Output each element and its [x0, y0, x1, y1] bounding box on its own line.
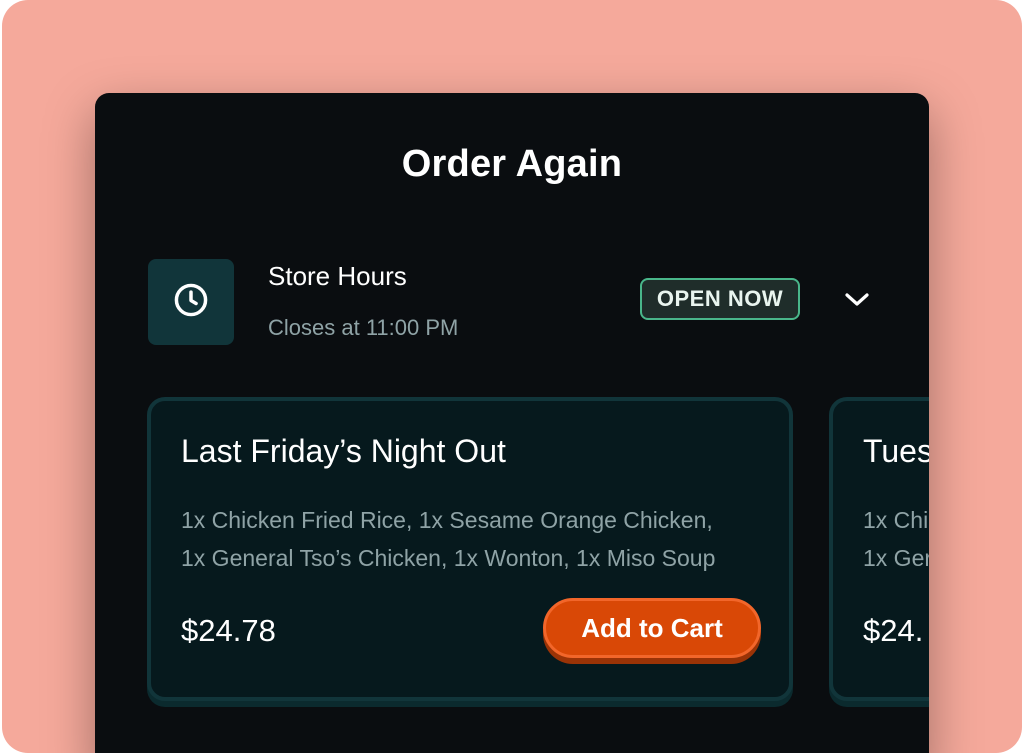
order-title: Last Friday’s Night Out	[181, 433, 506, 469]
order-items-line: 1x Ger	[863, 545, 929, 571]
expand-store-hours-button[interactable]	[840, 285, 874, 319]
order-price: $24.	[863, 613, 924, 648]
status-badge: OPEN NOW	[640, 278, 800, 320]
order-card[interactable]: Tues 1x Chi 1x Ger $24.	[829, 397, 929, 701]
backdrop: Order Again Store Hours Closes at 11:00 …	[2, 0, 1022, 753]
order-title: Tues	[863, 433, 929, 469]
order-items-line: 1x Chicken Fried Rice, 1x Sesame Orange …	[181, 507, 713, 533]
order-again-panel: Order Again Store Hours Closes at 11:00 …	[95, 93, 929, 753]
clock-icon	[172, 281, 210, 324]
store-hours-row: Store Hours Closes at 11:00 PM OPEN NOW	[148, 259, 888, 345]
order-items-line: 1x General Tso’s Chicken, 1x Wonton, 1x …	[181, 545, 716, 571]
page-title: Order Again	[401, 143, 623, 185]
order-items-line: 1x Chi	[863, 507, 929, 533]
clock-icon-tile	[148, 259, 234, 345]
chevron-down-icon	[844, 292, 870, 313]
order-items: 1x Chi 1x Ger	[863, 501, 929, 577]
store-hours-title: Store Hours	[268, 261, 407, 291]
order-card[interactable]: Last Friday’s Night Out 1x Chicken Fried…	[147, 397, 793, 701]
store-hours-subtitle: Closes at 11:00 PM	[268, 315, 459, 340]
add-to-cart-button[interactable]: Add to Cart	[543, 598, 761, 658]
order-items: 1x Chicken Fried Rice, 1x Sesame Orange …	[181, 501, 781, 577]
order-price: $24.78	[181, 613, 276, 648]
